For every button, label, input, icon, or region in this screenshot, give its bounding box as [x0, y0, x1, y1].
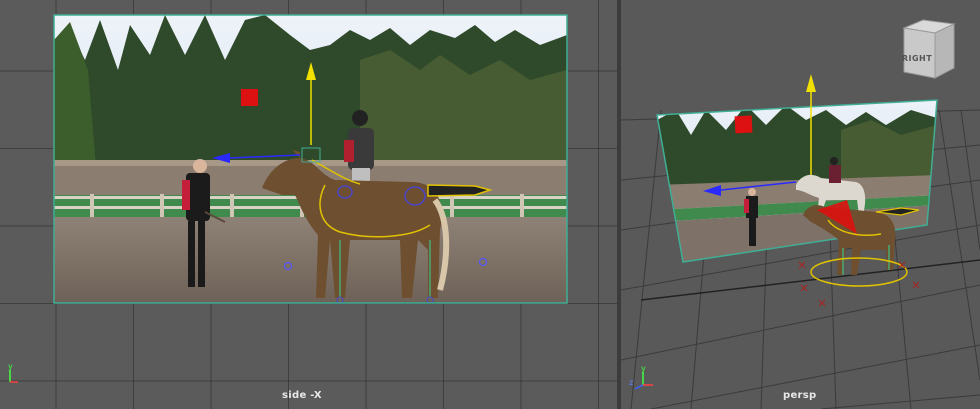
axis-gizmo: [634, 372, 653, 390]
locator-marker[interactable]: [734, 115, 753, 134]
viewport-label-side: side -X: [282, 390, 322, 401]
axis-gizmo: [9, 370, 18, 383]
axis-y-label: y: [641, 364, 646, 373]
view-cube-face-label: RIGHT: [901, 54, 933, 63]
horse-rig: [803, 200, 920, 287]
locator-marker[interactable]: [241, 89, 258, 106]
axis-y-label: y: [8, 362, 13, 371]
axis-z-label: z: [629, 378, 634, 387]
persp-viewport[interactable]: RIGHT y z: [621, 0, 980, 409]
viewport-label-persp: persp: [783, 390, 817, 401]
image-plane-photo: [657, 100, 937, 262]
side-viewport-scene: [9, 14, 568, 383]
side-viewport[interactable]: y: [0, 0, 617, 409]
view-cube[interactable]: [902, 19, 956, 79]
image-plane-photo: [54, 15, 567, 303]
